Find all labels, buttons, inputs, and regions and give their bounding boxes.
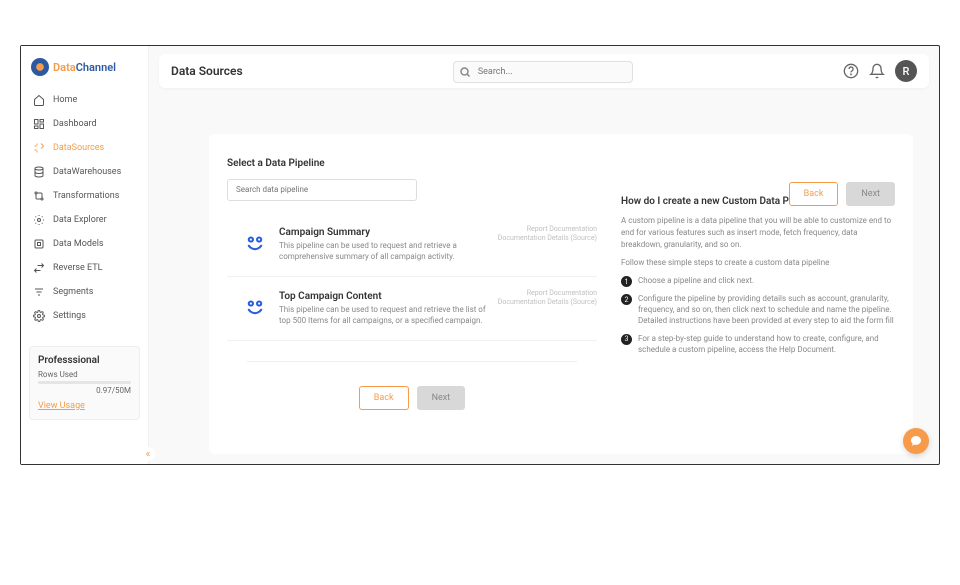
- plan-name: Professsional: [38, 355, 131, 366]
- help-step: 1 Choose a pipeline and click next.: [621, 275, 895, 287]
- pipeline-icon: [241, 229, 269, 257]
- sidebar-item-label: DataWarehouses: [53, 167, 121, 177]
- sidebar: DataChannel Home Dashboard DataSources D…: [21, 46, 149, 464]
- step-text: Choose a pipeline and click next.: [638, 275, 754, 287]
- pipeline-desc: This pipeline can be used to request and…: [279, 240, 489, 262]
- help-intro: A custom pipeline is a data pipeline tha…: [621, 215, 895, 251]
- sidebar-item-label: Data Explorer: [53, 215, 107, 225]
- sidebar-item-label: DataSources: [53, 143, 104, 153]
- sidebar-item-label: Transformations: [53, 191, 119, 201]
- search-icon: [459, 63, 471, 82]
- view-usage-link[interactable]: View Usage: [38, 401, 131, 411]
- plan-rows-value: 0.97/50M: [38, 386, 131, 395]
- user-avatar[interactable]: R: [895, 60, 917, 82]
- explorer-icon: [33, 214, 45, 226]
- step-number-badge: 2: [621, 294, 632, 305]
- step-text: For a step-by-step guide to understand h…: [638, 333, 895, 355]
- plan-rows-label: Rows Used: [38, 370, 131, 379]
- datasources-icon: [33, 142, 45, 154]
- sidebar-item-settings[interactable]: Settings: [21, 304, 148, 328]
- chevron-left-icon: «: [146, 449, 151, 460]
- help-step: 3 For a step-by-step guide to understand…: [621, 333, 895, 355]
- pipeline-search-input[interactable]: [227, 179, 417, 201]
- sidebar-item-datamodels[interactable]: Data Models: [21, 232, 148, 256]
- pipeline-meta: Report Documentation Documentation Detai…: [498, 289, 597, 307]
- gear-icon: [33, 310, 45, 322]
- meta-line: Report Documentation: [498, 289, 597, 298]
- sidebar-item-datawarehouses[interactable]: DataWarehouses: [21, 160, 148, 184]
- plan-progress-bar: [38, 381, 131, 384]
- chat-icon: [910, 435, 922, 447]
- global-search-wrap: [453, 59, 633, 83]
- brand-text: DataChannel: [53, 61, 116, 74]
- chat-fab[interactable]: [903, 428, 929, 454]
- top-bar: Data Sources R: [159, 54, 929, 88]
- back-button-top[interactable]: Back: [789, 182, 839, 206]
- pipeline-card[interactable]: Top Campaign Content This pipeline can b…: [227, 283, 597, 341]
- global-search-input[interactable]: [453, 61, 633, 83]
- back-button-bottom[interactable]: Back: [359, 386, 409, 410]
- pipeline-card[interactable]: Campaign Summary This pipeline can be us…: [227, 219, 597, 277]
- sidebar-item-dashboard[interactable]: Dashboard: [21, 112, 148, 136]
- brand-icon: [31, 58, 49, 76]
- home-icon: [33, 94, 45, 106]
- section-label: Select a Data Pipeline: [227, 158, 597, 169]
- next-button-top[interactable]: Next: [846, 182, 895, 206]
- help-follow: Follow these simple steps to create a cu…: [621, 257, 895, 269]
- pipeline-meta: Report Documentation Documentation Detai…: [498, 225, 597, 243]
- next-button-bottom[interactable]: Next: [417, 386, 466, 410]
- sidebar-item-label: Reverse ETL: [53, 263, 102, 273]
- sidebar-item-datasources[interactable]: DataSources: [21, 136, 148, 160]
- sidebar-item-label: Data Models: [53, 239, 104, 249]
- step-number-badge: 1: [621, 276, 632, 287]
- reverseetl-icon: [33, 262, 45, 274]
- sidebar-item-dataexplorer[interactable]: Data Explorer: [21, 208, 148, 232]
- pipeline-desc: This pipeline can be used to request and…: [279, 304, 489, 326]
- step-number-badge: 3: [621, 334, 632, 345]
- meta-line: Documentation Details (Source): [498, 298, 597, 307]
- help-step: 2 Configure the pipeline by providing de…: [621, 293, 895, 327]
- sidebar-item-label: Settings: [53, 311, 86, 321]
- step-text: Configure the pipeline by providing deta…: [638, 293, 895, 327]
- help-icon: [843, 63, 859, 79]
- plan-card: Professsional Rows Used 0.97/50M View Us…: [29, 346, 140, 420]
- sidebar-item-label: Dashboard: [53, 119, 97, 129]
- collapse-sidebar-button[interactable]: «: [141, 447, 155, 461]
- datamodels-icon: [33, 238, 45, 250]
- sidebar-item-home[interactable]: Home: [21, 88, 148, 112]
- page-title: Data Sources: [171, 64, 243, 78]
- transformations-icon: [33, 190, 45, 202]
- meta-line: Documentation Details (Source): [498, 234, 597, 243]
- sidebar-item-segments[interactable]: Segments: [21, 280, 148, 304]
- bell-icon: [869, 63, 885, 79]
- brand-logo[interactable]: DataChannel: [21, 56, 148, 88]
- sidebar-item-label: Segments: [53, 287, 93, 297]
- database-icon: [33, 166, 45, 178]
- meta-line: Report Documentation: [498, 225, 597, 234]
- notifications-button[interactable]: [869, 63, 885, 79]
- help-button[interactable]: [843, 63, 859, 79]
- divider: [247, 361, 577, 362]
- sidebar-item-reverseetl[interactable]: Reverse ETL: [21, 256, 148, 280]
- content-card: Back Next Select a Data Pipeline Campaig…: [209, 134, 913, 454]
- segments-icon: [33, 286, 45, 298]
- dashboard-icon: [33, 118, 45, 130]
- sidebar-item-label: Home: [53, 95, 77, 105]
- pipeline-icon: [241, 293, 269, 321]
- sidebar-item-transformations[interactable]: Transformations: [21, 184, 148, 208]
